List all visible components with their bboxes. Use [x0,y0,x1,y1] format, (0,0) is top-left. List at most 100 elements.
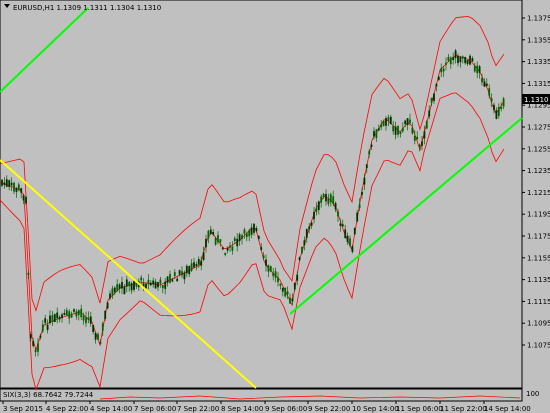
candle-body [130,283,133,291]
candle-body [327,198,330,205]
chart-svg[interactable]: EURUSD,H1 1.1309 1.1311 1.1304 1.1310 1.… [0,0,550,413]
price-tick-label: 1.1135 [527,276,550,284]
candle-body [363,177,366,185]
candle-body [49,315,51,324]
time-tick-label: 11 Sep 22:00 [440,405,487,413]
candle-body [346,235,349,243]
candle-body [274,271,277,278]
candle-body [97,334,99,340]
candle-body [365,164,368,168]
candle-body [406,118,409,126]
price-tick-label: 1.1095 [527,320,550,328]
candle-body [80,308,83,318]
candle-body [418,144,421,147]
candle-body [457,55,459,64]
candle-body [248,230,251,237]
price-tick-label: 1.1335 [527,58,550,66]
time-tick-label: 7 Sep 22:00 [177,405,219,413]
time-tick-label: 8 Sep 14:00 [221,405,263,413]
candle-body [169,274,171,283]
candle-body [459,56,462,63]
candle-body [478,66,481,73]
price-axis: 1.13751.13551.13351.13151.12951.12751.12… [522,15,550,350]
candle-body [317,201,320,210]
price-tick-label: 1.1375 [527,15,550,23]
candle-body [289,297,291,304]
candle-body [202,252,205,260]
candle-body [214,238,217,245]
price-tick-label: 1.1355 [527,36,550,44]
price-tick-label: 1.1255 [527,145,550,153]
time-tick-label: 14 Sep 14:00 [484,405,531,413]
candle-body [56,312,59,319]
price-tick-label: 1.1155 [527,254,550,262]
candle-body [255,228,258,232]
candle-body [128,281,131,287]
candle-body [473,65,476,72]
candle-body [344,229,347,239]
time-tick-label: 10 Sep 14:00 [352,405,399,413]
candle-body [188,266,191,275]
candle-body [29,334,32,339]
indicator-label: SIX(3,3) 68.7642 79.7244 [3,391,94,399]
candle-body [27,272,30,276]
candle-body [286,291,289,295]
candle-body [10,182,13,186]
candle-body [291,298,294,302]
candle-body [8,180,11,187]
candle-body [106,302,109,309]
candle-body [82,315,85,321]
candle-body [449,57,452,65]
candle-body [145,283,147,289]
candle-body [116,284,119,292]
candle-body [85,317,87,324]
time-tick-label: 4 Sep 14:00 [90,405,132,413]
candle-body [32,340,35,346]
candle-body [262,255,265,259]
candle-body [409,119,411,124]
candle-body [488,88,491,96]
candle-body [125,279,128,287]
candle-body [5,179,8,187]
candle-body [219,239,222,243]
candle-body [61,314,63,319]
candle-body [73,309,75,312]
candle-body [121,282,123,289]
candle-body [490,98,493,102]
candle-body [313,211,315,220]
candle-body [25,196,27,204]
candle-body [389,116,392,125]
candle-body [495,110,498,119]
candle-body [166,276,169,283]
candle-body [397,125,399,135]
candle-body [430,97,433,103]
candle-body [337,211,339,217]
candle-body [70,313,73,318]
candle-body [44,318,47,323]
candle-body [394,126,397,135]
candle-body [197,259,200,265]
candle-body [442,68,445,72]
candle-body [39,335,42,338]
candle-body [164,281,167,289]
candle-body [387,117,390,121]
candle-body [497,107,500,116]
price-tick-label: 1.1315 [527,80,550,88]
candle-body [68,311,71,319]
candle-body [157,281,159,288]
candle-body [483,81,486,87]
candle-body [353,228,356,235]
candle-body [161,285,164,289]
price-tick-label: 1.1115 [527,298,550,306]
price-tick-label: 1.1235 [527,167,550,175]
candle-body [440,68,443,73]
candle-body [385,118,387,126]
current-price-label: 1.1310 [524,96,549,104]
header-text: EURUSD,H1 1.1309 1.1311 1.1304 1.1310 [13,4,161,12]
candle-body [303,240,306,246]
candle-body [233,238,236,242]
candle-body [500,106,503,110]
candle-body [51,315,54,323]
indicator-scale: 100 [526,390,539,398]
chart-window[interactable]: EURUSD,H1 1.1309 1.1311 1.1304 1.1310 1.… [0,0,550,413]
